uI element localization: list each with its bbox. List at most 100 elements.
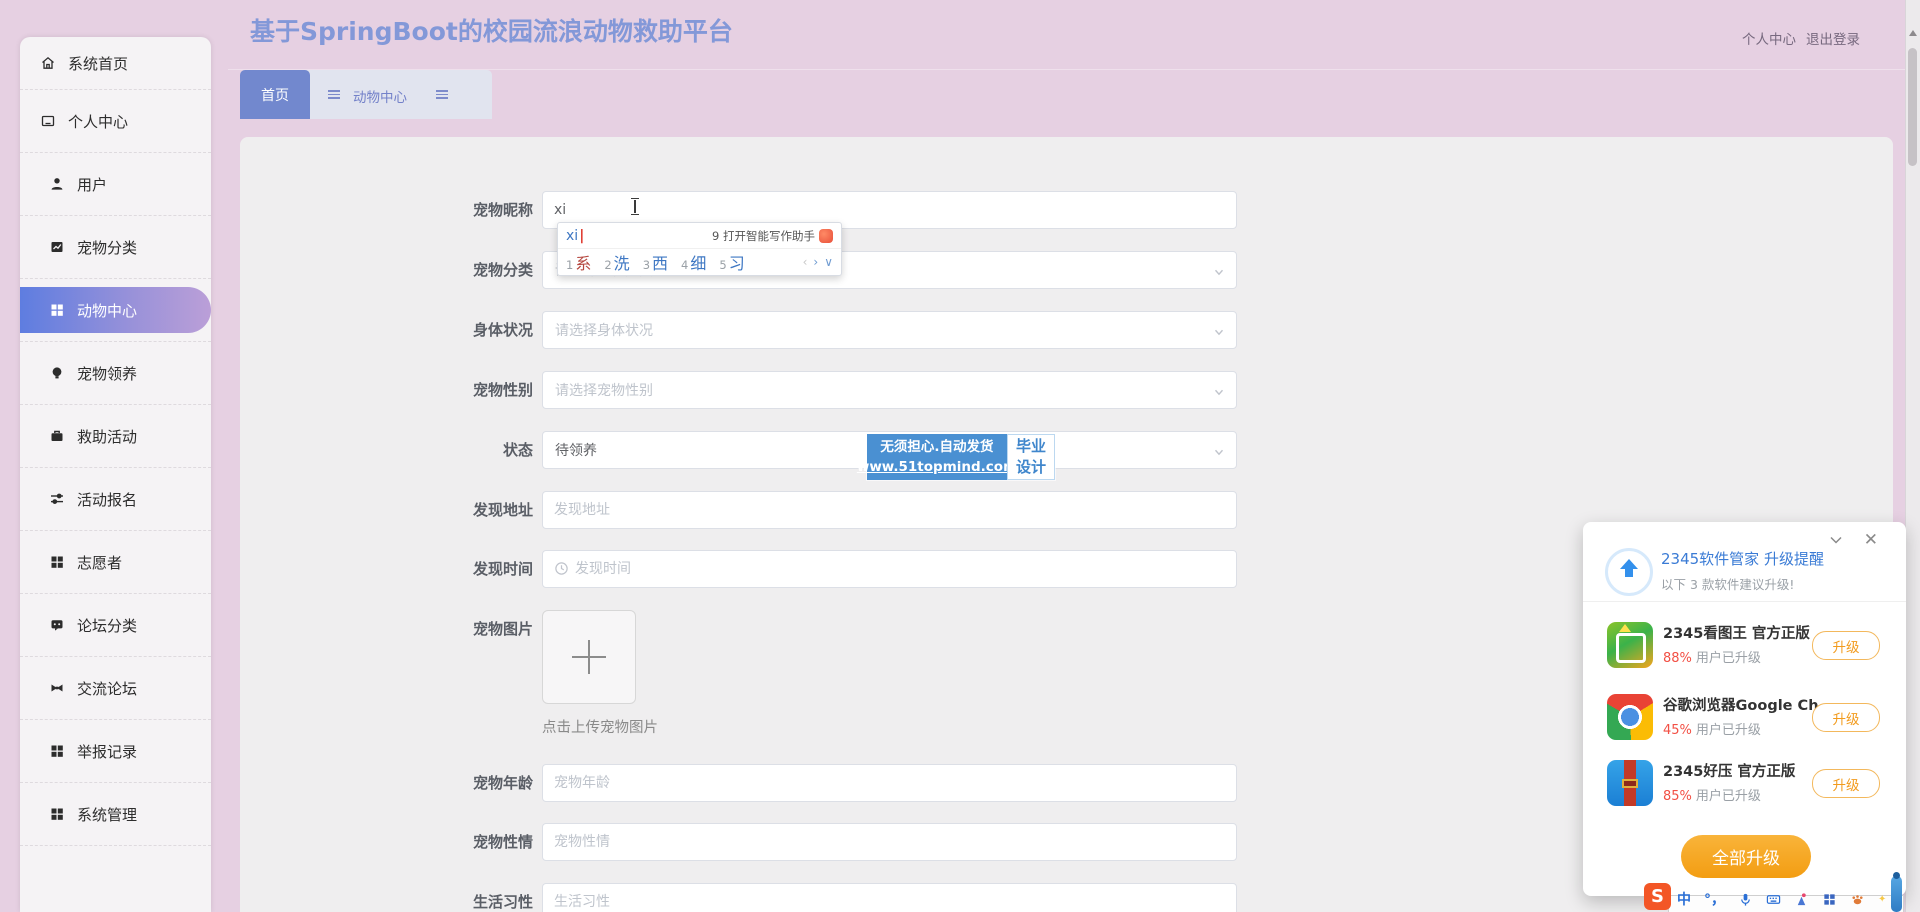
popup-minimize-icon[interactable] — [1828, 532, 1844, 548]
tab-home[interactable]: 首页 — [240, 70, 310, 119]
bulb-icon — [49, 365, 65, 381]
sparkle-icon: ✦ — [1878, 894, 1886, 905]
sidebar-item-pet-category[interactable]: 宠物分类 — [20, 216, 211, 279]
personal-center-link[interactable]: 个人中心 — [1742, 28, 1796, 48]
ime-candidate-4[interactable]: 4细 — [681, 250, 706, 274]
field-label-found-address: 发现地址 — [373, 491, 533, 529]
ime-expand-icon[interactable]: ∨ — [824, 255, 833, 269]
popup-close-icon[interactable]: ✕ — [1864, 530, 1878, 550]
ime-mode-chinese[interactable]: 中 — [1677, 889, 1691, 909]
menu-lines-icon[interactable] — [328, 90, 340, 99]
popup-title: 2345软件管家 升级提醒 — [1661, 548, 1824, 569]
briefcase-icon — [49, 428, 65, 444]
upgrade-item-chrome: 谷歌浏览器Google Ch... 45%用户已升级 升级 — [1583, 694, 1906, 750]
ime-candidate-3[interactable]: 3西 — [643, 250, 668, 274]
toolbox-grid-icon[interactable] — [1822, 889, 1837, 909]
tab-bar: 首页 动物中心 — [240, 70, 492, 119]
field-label-body-condition: 身体状况 — [373, 311, 533, 349]
body-condition-select[interactable]: 请选择身体状况 — [542, 311, 1237, 349]
found-address-input[interactable] — [542, 491, 1237, 529]
upgrade-item-haoya: 2345好压 官方正版 85%用户已升级 升级 — [1583, 760, 1906, 816]
2345-picture-viewer-icon — [1607, 622, 1653, 668]
scroll-up-arrow[interactable] — [1909, 30, 1917, 36]
sogou-logo-icon[interactable]: S — [1644, 883, 1671, 910]
app-screen: 基于SpringBoot的校园流浪动物救助平台 个人中心 退出登录 系统首页 个… — [0, 0, 1920, 912]
ime-punctuation-icon[interactable]: °， — [1704, 889, 1725, 909]
sidebar-item-activity-signup[interactable]: 活动报名 — [20, 468, 211, 531]
field-label-pet-image: 宠物图片 — [373, 610, 533, 648]
field-label-pet-category: 宠物分类 — [373, 251, 533, 289]
microphone-icon[interactable] — [1738, 889, 1753, 909]
upload-hint: 点击上传宠物图片 — [542, 716, 658, 737]
upgrade-button[interactable]: 升级 — [1812, 703, 1880, 732]
window-icon — [40, 113, 56, 129]
upgrade-item-picture-viewer: 2345看图王 官方正版 88%用户已升级 升级 — [1583, 622, 1906, 678]
sidebar-item-users[interactable]: 用户 — [20, 153, 211, 216]
ime-candidate-2[interactable]: 2洗 — [604, 250, 629, 274]
popup-subtitle: 以下 3 款软件建议升级! — [1661, 574, 1794, 593]
keyboard-icon[interactable] — [1766, 889, 1781, 909]
living-habits-input[interactable] — [542, 883, 1237, 912]
chat-icon — [49, 617, 65, 633]
watermark-ad[interactable]: 无须担心.自动发货 www.51topmind.com 毕业 设计 — [867, 434, 1055, 480]
chart-icon — [49, 239, 65, 255]
header-links: 个人中心 退出登录 — [1742, 28, 1860, 48]
watermark-text: 无须担心.自动发货 www.51topmind.com — [867, 434, 1007, 480]
ime-prev-page-icon[interactable]: ‹ — [803, 255, 808, 269]
ime-caret: | — [579, 228, 584, 244]
sidebar-item-forum[interactable]: 交流论坛 — [20, 657, 211, 720]
pet-image-upload[interactable] — [542, 610, 636, 704]
sogou-toolbar: S 中 °， ✦ — [1668, 895, 1904, 912]
chevron-down-icon — [1212, 324, 1226, 338]
writing-assistant-icon — [819, 229, 833, 243]
sidebar-item-animal-center[interactable]: 动物中心 — [20, 279, 211, 342]
upgrade-all-button[interactable]: 全部升级 — [1681, 835, 1811, 878]
upgrade-popup: ✕ 2345软件管家 升级提醒 以下 3 款软件建议升级! 2345看图王 官方… — [1583, 522, 1906, 896]
field-label-pet-age: 宠物年龄 — [373, 764, 533, 802]
clock-icon — [554, 561, 569, 576]
sidebar-item-pet-adoption[interactable]: 宠物领养 — [20, 342, 211, 405]
stylus-handle[interactable] — [1891, 876, 1902, 912]
ime-writing-assistant[interactable]: 9 打开智能写作助手 — [712, 228, 833, 244]
sidebar-item-volunteers[interactable]: 志愿者 — [20, 531, 211, 594]
paw-assistant-icon[interactable] — [1850, 889, 1865, 909]
sliders-icon — [49, 491, 65, 507]
ime-candidate-5[interactable]: 5习 — [719, 250, 744, 274]
field-label-pet-gender: 宠物性别 — [373, 371, 533, 409]
grid-icon — [49, 302, 65, 318]
sidebar-item-report-records[interactable]: 举报记录 — [20, 720, 211, 783]
sidebar-item-forum-category[interactable]: 论坛分类 — [20, 594, 211, 657]
skin-person-icon[interactable] — [1794, 889, 1809, 909]
grid-icon — [49, 554, 65, 570]
2345-haoya-icon — [1607, 760, 1653, 806]
tab-animal-center[interactable]: 动物中心 — [353, 86, 407, 106]
ime-next-page-icon[interactable]: › — [813, 255, 818, 269]
upgrade-arrow-icon — [1605, 548, 1653, 596]
sidebar-item-system-management[interactable]: 系统管理 — [20, 783, 211, 846]
pet-age-input[interactable] — [542, 764, 1237, 802]
logout-link[interactable]: 退出登录 — [1806, 28, 1860, 48]
home-icon — [40, 55, 56, 71]
pet-temperament-input[interactable] — [542, 823, 1237, 861]
grid-icon — [49, 743, 65, 759]
field-label-found-time: 发现时间 — [373, 550, 533, 588]
ime-composition: xi — [566, 228, 578, 244]
sidebar-item-rescue-activity[interactable]: 救助活动 — [20, 405, 211, 468]
chevron-down-icon — [1212, 264, 1226, 278]
chevron-down-icon — [1212, 444, 1226, 458]
pet-gender-select[interactable]: 请选择宠物性别 — [542, 371, 1237, 409]
user-icon — [49, 176, 65, 192]
scrollbar-thumb[interactable] — [1908, 48, 1917, 166]
found-time-input[interactable] — [542, 550, 1237, 588]
ime-candidate-window: xi| 9 打开智能写作助手 1系 2洗 3西 4细 5习 ‹ › ∨ — [557, 222, 842, 276]
field-label-living-habits: 生活习性 — [373, 883, 533, 912]
upgrade-button[interactable]: 升级 — [1812, 631, 1880, 660]
upgrade-button[interactable]: 升级 — [1812, 769, 1880, 798]
bowtie-icon — [49, 680, 65, 696]
sidebar-item-system-home[interactable]: 系统首页 — [20, 37, 211, 90]
menu-lines-icon[interactable] — [436, 90, 448, 99]
ime-candidate-1[interactable]: 1系 — [566, 250, 591, 274]
page-scrollbar — [1905, 0, 1920, 912]
sidebar-item-personal-center[interactable]: 个人中心 — [20, 90, 211, 153]
popup-divider — [1583, 601, 1906, 602]
